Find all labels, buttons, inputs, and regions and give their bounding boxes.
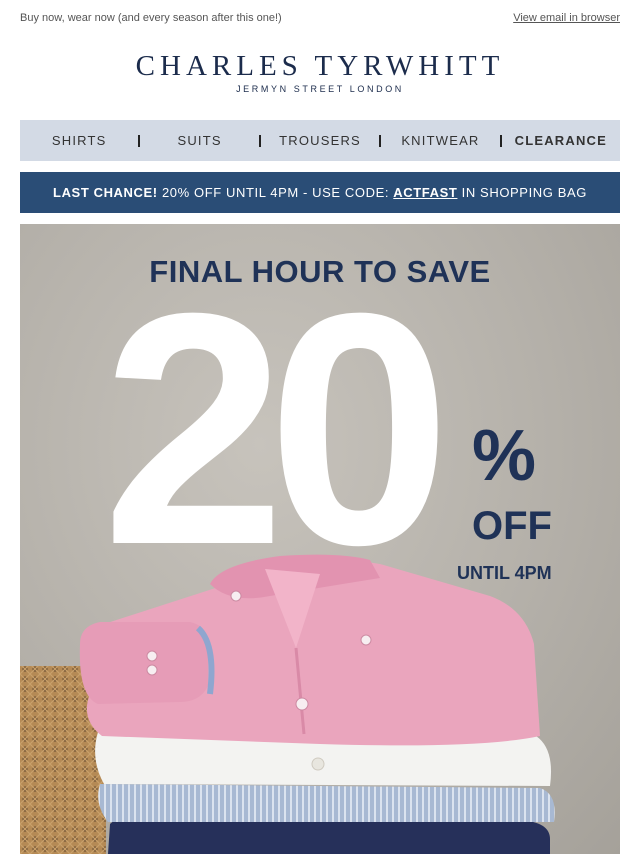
nav-item-knitwear[interactable]: KNITWEAR [381, 133, 499, 148]
promo-code[interactable]: ACTFAST [393, 185, 457, 200]
promo-banner[interactable]: LAST CHANCE! 20% OFF UNTIL 4PM - USE COD… [20, 172, 620, 213]
preheader: Buy now, wear now (and every season afte… [20, 12, 620, 28]
nav-item-clearance[interactable]: CLEARANCE [502, 133, 620, 148]
hero-image[interactable]: FINAL HOUR TO SAVE 20 % OFF UNTIL 4PM [20, 224, 620, 854]
hero-until: UNTIL 4PM [457, 563, 552, 583]
hero-big-number: 20 [102, 244, 451, 613]
banner-middle: 20% OFF UNTIL 4PM - USE CODE: [157, 185, 394, 200]
banner-tail: IN SHOPPING BAG [457, 185, 587, 200]
brand-logo[interactable]: CHARLES TYRWHITT JERMYN STREET LONDON [0, 50, 640, 94]
preheader-text: Buy now, wear now (and every season afte… [20, 12, 282, 24]
hero-percent: % [472, 416, 537, 496]
nav-item-suits[interactable]: SUITS [140, 133, 258, 148]
banner-lead: LAST CHANCE! [53, 185, 158, 200]
view-in-browser-link[interactable]: View email in browser [513, 12, 620, 28]
nav-item-trousers[interactable]: TROUSERS [261, 133, 379, 148]
nav-item-shirts[interactable]: SHIRTS [20, 133, 138, 148]
brand-tagline: JERMYN STREET LONDON [236, 84, 404, 94]
hero-off: OFF [472, 504, 552, 548]
category-nav: SHIRTS SUITS TROUSERS KNITWEAR CLEARANCE [20, 120, 620, 161]
brand-name: CHARLES TYRWHITT [135, 50, 505, 82]
